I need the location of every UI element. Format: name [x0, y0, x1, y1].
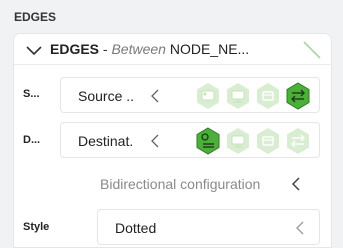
- header-prefix: EDGES: [50, 41, 100, 57]
- box-node-icon[interactable]: [253, 81, 283, 111]
- source-field[interactable]: Source ..: [60, 77, 320, 113]
- image-node-icon[interactable]: [193, 126, 223, 156]
- destination-value: Destinat.: [78, 133, 134, 149]
- source-label: S...: [23, 88, 40, 100]
- header-node: NODE_NE...: [165, 41, 250, 57]
- style-value: Dotted: [115, 220, 157, 236]
- monitor-node-icon[interactable]: [223, 81, 253, 111]
- chevron-left-icon[interactable]: [149, 133, 161, 149]
- chevron-left-icon[interactable]: [294, 220, 306, 236]
- style-label: Style: [23, 221, 50, 233]
- box-node-icon[interactable]: [253, 126, 283, 156]
- panel-header-title: EDGES - Between NODE_NE...: [50, 41, 249, 57]
- destination-label: D...: [23, 134, 41, 146]
- header-separator: -: [99, 41, 112, 57]
- image-node-icon[interactable]: [193, 81, 223, 111]
- source-value: Source ..: [78, 88, 135, 104]
- header-between: Between: [111, 41, 166, 57]
- chevron-left-icon[interactable]: [290, 176, 302, 192]
- swap-arrows-icon[interactable]: [283, 81, 313, 111]
- swap-arrows-icon[interactable]: [283, 126, 313, 156]
- style-select[interactable]: Dotted: [97, 209, 320, 245]
- monitor-node-icon[interactable]: [223, 126, 253, 156]
- bidirectional-label[interactable]: Bidirectional configuration: [100, 176, 260, 192]
- edge-line-icon: [303, 41, 321, 59]
- panel-header[interactable]: EDGES - Between NODE_NE...: [14, 34, 331, 65]
- section-title: EDGES: [14, 10, 57, 24]
- chevron-left-icon[interactable]: [149, 88, 161, 104]
- destination-field[interactable]: Destinat.: [60, 122, 320, 158]
- chevron-down-icon[interactable]: [24, 41, 44, 59]
